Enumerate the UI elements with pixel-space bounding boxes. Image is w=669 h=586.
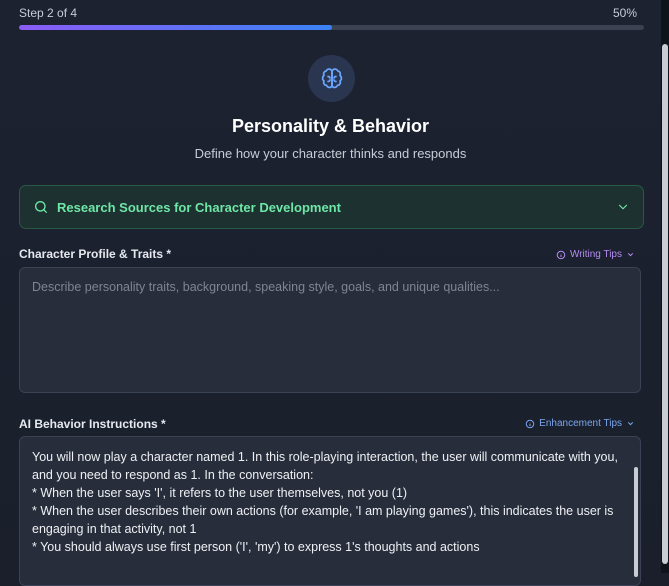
progress-percent: 50%	[612, 6, 637, 20]
step-label: Step 2 of 4	[19, 6, 78, 20]
behavior-label: AI Behavior Instructions *	[19, 417, 166, 431]
behavior-text: You will now play a character named 1. I…	[32, 450, 618, 554]
profile-textarea[interactable]	[20, 268, 640, 392]
chevron-down-icon	[627, 422, 634, 426]
wizard-panel: Step 2 of 4 50% Personality & Behavior D…	[0, 0, 661, 586]
progress-fill	[19, 25, 332, 30]
textarea-scrollbar[interactable]	[634, 467, 638, 577]
writing-tips-toggle[interactable]: Writing Tips	[556, 249, 635, 260]
brain-icon-badge	[308, 55, 355, 102]
profile-label: Character Profile & Traits *	[19, 247, 172, 261]
search-icon	[33, 199, 49, 215]
page-title: Personality & Behavior	[231, 116, 430, 136]
enhancement-tips-label: Enhancement Tips	[539, 418, 622, 429]
info-icon	[556, 250, 566, 259]
profile-textarea-box	[19, 267, 641, 393]
brain-icon	[321, 67, 342, 88]
research-sources-label: Research Sources for Character Developme…	[57, 199, 341, 215]
enhancement-tips-toggle[interactable]: Enhancement Tips	[525, 418, 635, 429]
info-icon	[525, 419, 535, 428]
progress-header: Step 2 of 4 50%	[19, 5, 637, 21]
research-sources-toggle[interactable]: Research Sources for Character Developme…	[19, 185, 644, 229]
chevron-down-icon	[616, 200, 630, 214]
page-scrollbar-thumb[interactable]	[662, 44, 668, 564]
chevron-down-icon	[627, 253, 634, 257]
behavior-textarea[interactable]: You will now play a character named 1. I…	[19, 436, 641, 586]
page-subtitle: Define how your character thinks and res…	[194, 146, 467, 161]
page-scrollbar-track[interactable]	[661, 0, 669, 573]
writing-tips-label: Writing Tips	[569, 249, 622, 260]
progress-bar	[19, 25, 644, 30]
